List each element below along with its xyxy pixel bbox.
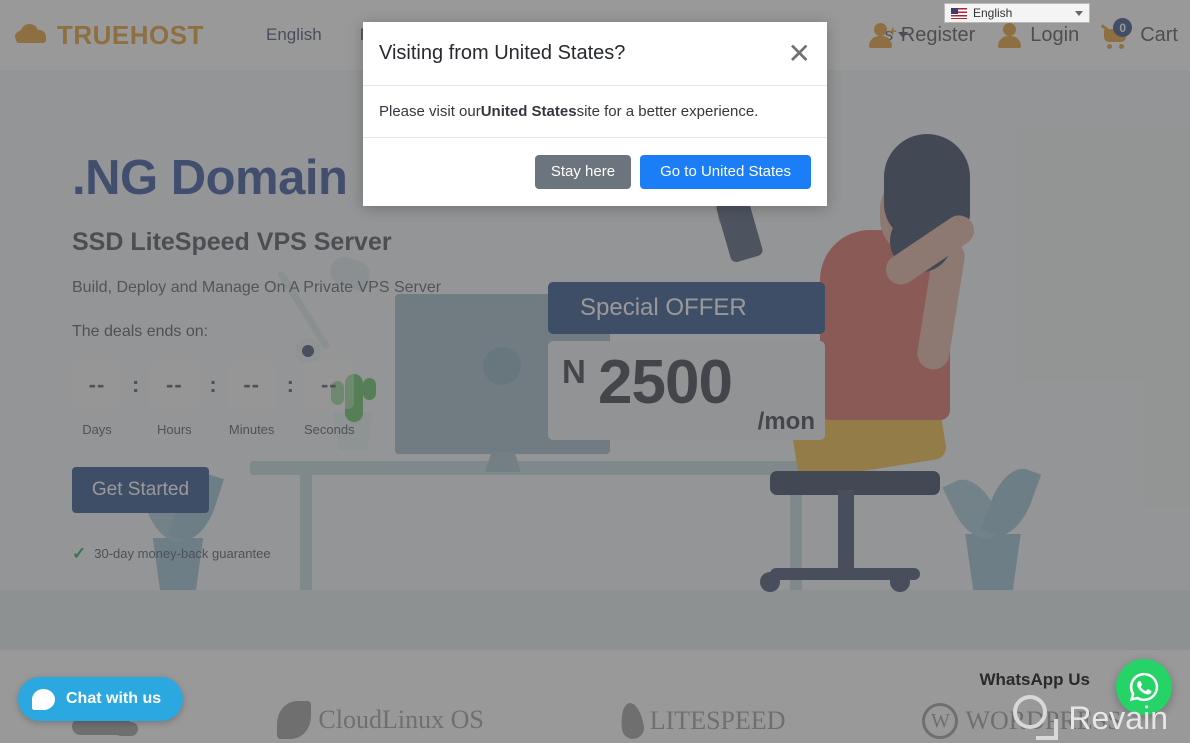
partner-cloudlinux: CloudLinux OS xyxy=(277,701,484,739)
go-to-united-states-button[interactable]: Go to United States xyxy=(640,154,811,189)
register-label: Register xyxy=(900,23,976,46)
countdown-seconds-label: Seconds xyxy=(303,422,355,437)
guarantee-label: 30-day money-back guarantee xyxy=(94,546,271,561)
partner-litespeed: LITESPEED xyxy=(618,701,786,741)
countdown-minutes-label: Minutes xyxy=(228,422,275,437)
login-button[interactable]: Login xyxy=(997,23,1080,48)
language-selector[interactable]: English xyxy=(944,3,1090,23)
price-period: /mon xyxy=(757,408,815,435)
price-card: N 2500 /mon xyxy=(548,341,825,440)
modal-title: Visiting from United States? xyxy=(379,42,626,64)
logo-text: TRUEHOST xyxy=(57,19,204,50)
language-selected-label: English xyxy=(973,6,1013,20)
money-back-guarantee: ✓ 30-day money-back guarantee xyxy=(72,545,456,562)
revain-watermark: Revain xyxy=(1013,695,1168,741)
modal-body-prefix: Please visit our xyxy=(379,103,481,120)
hero-content: .NG Domain @ N SSD LiteSpeed VPS Server … xyxy=(72,150,456,562)
countdown-seconds-value: -- xyxy=(304,361,355,409)
countdown-hours: -- Hours xyxy=(149,361,200,437)
chat-with-us-label: Chat with us xyxy=(66,690,162,707)
modal-body-suffix: site for a better experience. xyxy=(576,103,759,120)
nav-item-english-label: English xyxy=(266,25,322,44)
plant-right-pot-icon xyxy=(965,534,1021,590)
price-currency: N xyxy=(562,353,586,390)
office-chair-wheel-left xyxy=(760,572,780,592)
us-flag-icon xyxy=(951,7,967,19)
illustration-floor xyxy=(0,590,1190,650)
countdown-hours-value: -- xyxy=(149,361,200,409)
countdown-hours-label: Hours xyxy=(156,422,192,437)
cart-count-badge: 0 xyxy=(1113,18,1133,37)
get-started-button[interactable]: Get Started xyxy=(72,467,209,513)
countdown-seconds: -- Seconds xyxy=(304,361,355,437)
site-logo[interactable]: TRUEHOST xyxy=(14,20,204,51)
countdown-timer: -- Days : -- Hours : -- Minutes : -- Sec… xyxy=(72,361,456,437)
whatsapp-us-label: WhatsApp Us xyxy=(979,670,1091,689)
office-chair-pole xyxy=(838,490,854,570)
modal-body: Please visit our United States site for … xyxy=(363,86,827,138)
modal-body-country: United States xyxy=(480,103,577,120)
hero-description: Build, Deploy and Manage On A Private VP… xyxy=(72,279,442,296)
countdown-separator-1: : xyxy=(132,372,140,397)
revain-label: Revain xyxy=(1068,699,1168,736)
chevron-down-icon xyxy=(1075,10,1083,16)
countdown-separator-3: : xyxy=(286,372,294,397)
cart-icon: 0 xyxy=(1100,18,1133,49)
wordpress-icon: W xyxy=(922,703,959,739)
monitor-stand xyxy=(485,452,521,472)
monitor-screen-dot xyxy=(483,347,521,385)
countdown-days-label: Days xyxy=(82,422,112,437)
chat-bubble-icon xyxy=(32,688,55,710)
price-amount: 2500 xyxy=(598,348,733,417)
login-label: Login xyxy=(1030,23,1080,46)
cloudlinux-icon xyxy=(277,701,312,739)
header-actions: + Register Login 0 Cart xyxy=(868,18,1178,49)
special-offer-badge: Special OFFER xyxy=(548,282,825,334)
check-icon: ✓ xyxy=(72,544,87,563)
register-button[interactable]: + Register xyxy=(868,23,976,48)
page-root: .NG Domain @ N SSD LiteSpeed VPS Server … xyxy=(0,0,1190,743)
geo-redirect-modal: Visiting from United States? ✕ Please vi… xyxy=(363,22,827,206)
countdown-days: -- Days xyxy=(72,361,122,437)
hero-subtitle: SSD LiteSpeed VPS Server xyxy=(72,228,392,256)
cloud-logo-icon xyxy=(14,24,48,46)
deal-end-label: The deals ends on: xyxy=(72,323,209,340)
office-chair-seat xyxy=(770,471,940,495)
countdown-separator-2: : xyxy=(209,372,217,397)
office-chair-wheel-right xyxy=(890,572,910,592)
countdown-days-value: -- xyxy=(72,361,122,409)
user-icon xyxy=(997,23,1023,48)
user-plus-icon: + xyxy=(868,23,897,48)
modal-header: Visiting from United States? ✕ xyxy=(363,22,827,86)
cloudlinux-label: CloudLinux OS xyxy=(318,705,484,734)
countdown-minutes: -- Minutes xyxy=(226,361,277,437)
stay-here-button[interactable]: Stay here xyxy=(534,154,632,189)
cart-button[interactable]: 0 Cart xyxy=(1100,18,1178,49)
litespeed-icon xyxy=(618,701,646,741)
countdown-minutes-value: -- xyxy=(226,361,277,409)
revain-icon xyxy=(1013,695,1059,741)
nav-item-english[interactable]: English xyxy=(266,25,322,45)
plant-right-leaf2-icon xyxy=(980,461,1042,543)
modal-footer: Stay here Go to United States xyxy=(363,138,827,205)
cart-label: Cart xyxy=(1140,23,1178,46)
close-icon[interactable]: ✕ xyxy=(788,39,811,68)
chat-with-us-button[interactable]: Chat with us xyxy=(18,677,184,721)
litespeed-label: LITESPEED xyxy=(649,706,786,735)
